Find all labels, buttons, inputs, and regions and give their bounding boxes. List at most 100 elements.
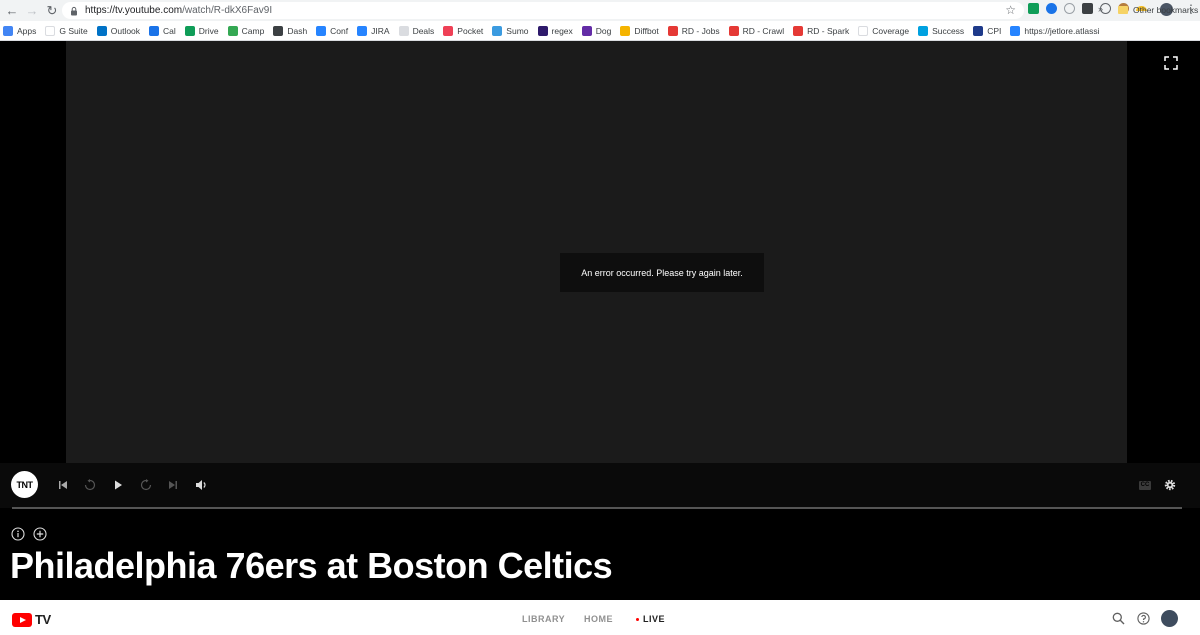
bookmark-label: Deals — [412, 25, 435, 36]
bookmark-label: RD - Spark — [807, 25, 850, 36]
volume-icon[interactable] — [194, 478, 208, 492]
skip-previous-icon[interactable] — [56, 478, 70, 492]
bookmark-item[interactable]: Diffbot — [620, 25, 659, 36]
play-icon[interactable] — [111, 478, 125, 492]
bookmark-label: Conf — [330, 25, 349, 36]
add-circle-icon[interactable] — [33, 527, 47, 541]
address-bar[interactable]: https://tv.youtube.com/watch/R-dkX6Fav9I… — [62, 2, 1024, 19]
bookmark-label: Camp — [241, 25, 265, 36]
bookmark-label: Dog — [595, 25, 612, 36]
search-icon[interactable] — [1112, 612, 1125, 625]
bookmark-favicon-icon — [316, 25, 327, 36]
bookmark-label: Diffbot — [634, 25, 659, 36]
bookmark-favicon-icon — [96, 25, 107, 36]
rewind-icon[interactable] — [83, 478, 97, 492]
youtube-tv-navbar: TV LIBRARY HOME LIVE — [0, 600, 1200, 635]
bookmark-favicon-icon — [537, 25, 548, 36]
bookmark-item[interactable]: Coverage — [858, 25, 910, 36]
live-dot-icon — [636, 618, 639, 622]
bookmark-favicon-icon — [581, 25, 592, 36]
bookmark-favicon-icon — [1010, 25, 1021, 36]
folder-icon — [1118, 6, 1128, 14]
channel-logo[interactable]: TNT — [11, 471, 38, 498]
bookmark-favicon-icon — [227, 25, 238, 36]
video-area[interactable]: An error occurred. Please try again late… — [66, 41, 1127, 463]
tab-library[interactable]: LIBRARY — [522, 614, 565, 624]
bookmark-item[interactable]: Dog — [581, 25, 612, 36]
browser-toolbar: ← → ↻ https://tv.youtube.com/watch/R-dkX… — [0, 0, 1200, 21]
extension-ring-icon[interactable] — [1064, 3, 1075, 14]
bookmark-item[interactable]: Sumo — [492, 25, 529, 36]
logo-text: TV — [35, 612, 51, 627]
url-text: https://tv.youtube.com/watch/R-dkX6Fav9I — [85, 5, 273, 16]
video-player: An error occurred. Please try again late… — [0, 41, 1200, 600]
player-controls: TNT CC — [0, 463, 1200, 508]
bookmark-label: CPI — [987, 25, 1002, 36]
bookmark-item[interactable]: Deals — [398, 25, 435, 36]
bookmark-item[interactable]: Success — [918, 25, 964, 36]
bookmark-item[interactable]: RD - Spark — [793, 25, 850, 36]
bookmark-item[interactable]: JIRA — [357, 25, 390, 36]
bookmark-label: Cal — [163, 25, 176, 36]
bookmark-label: Coverage — [872, 25, 910, 36]
bookmark-item[interactable]: Dash — [273, 25, 308, 36]
bookmark-favicon-icon — [620, 25, 631, 36]
bookmark-label: Drive — [198, 25, 219, 36]
bookmark-item[interactable]: Cal — [149, 25, 176, 36]
bookmark-item[interactable]: regex — [537, 25, 573, 36]
bookmark-favicon-icon — [492, 25, 503, 36]
captions-button[interactable]: CC — [1139, 481, 1151, 490]
help-icon[interactable] — [1137, 612, 1150, 625]
bookmark-item[interactable]: CPI — [973, 25, 1002, 36]
tab-home[interactable]: HOME — [584, 614, 613, 624]
bookmark-item[interactable]: G Suite — [45, 25, 88, 36]
back-arrow-icon[interactable]: ← — [4, 3, 20, 19]
bookmark-label: RD - Jobs — [681, 25, 720, 36]
bookmark-label: Apps — [17, 25, 37, 36]
avatar[interactable] — [1161, 610, 1178, 627]
youtube-play-logo-icon — [12, 612, 32, 627]
bookmark-item[interactable]: https://jetlore.atlassi — [1010, 25, 1099, 36]
bookmark-favicon-icon — [149, 25, 160, 36]
bookmark-item[interactable]: Conf — [316, 25, 349, 36]
bookmark-favicon-icon — [45, 25, 56, 36]
bookmark-item[interactable]: RD - Crawl — [728, 25, 784, 36]
skip-next-icon[interactable] — [166, 478, 180, 492]
bookmark-favicon-icon — [398, 25, 409, 36]
forward-arrow-icon[interactable]: → — [24, 3, 40, 19]
info-icon[interactable] — [11, 527, 25, 541]
bookmark-item[interactable]: Camp — [227, 25, 265, 36]
progress-bar[interactable] — [12, 507, 1182, 509]
fullscreen-icon[interactable] — [1164, 56, 1178, 70]
bookmark-label: G Suite — [59, 25, 88, 36]
fast-forward-icon[interactable] — [139, 478, 153, 492]
bookmark-star-icon[interactable]: ☆ — [1005, 3, 1016, 17]
settings-gear-icon[interactable] — [1163, 478, 1177, 492]
bookmark-label: regex — [551, 25, 573, 36]
bookmark-favicon-icon — [273, 25, 284, 36]
tab-live[interactable]: LIVE — [636, 614, 665, 624]
extension-blue-icon[interactable] — [1046, 3, 1057, 14]
bookmark-label: Dash — [287, 25, 308, 36]
bookmark-favicon-icon — [184, 25, 195, 36]
bookmark-item[interactable]: Outlook — [96, 25, 140, 36]
bookmark-item[interactable]: Drive — [184, 25, 219, 36]
bookmark-item[interactable]: Apps — [3, 25, 37, 36]
program-title: Philadelphia 76ers at Boston Celtics — [10, 545, 613, 586]
bookmark-favicon-icon — [3, 25, 13, 36]
reload-icon[interactable]: ↻ — [44, 3, 60, 19]
pocket-extension-icon[interactable] — [1082, 3, 1093, 14]
bookmark-favicon-icon — [973, 25, 984, 36]
other-bookmarks-label: Other bookmarks — [1133, 5, 1199, 15]
bookmark-favicon-icon — [858, 25, 869, 36]
bookmark-favicon-icon — [918, 25, 929, 36]
bookmarks-bar: Apps G Suite Outlook Cal Drive Camp Dash Conf JI… — [0, 21, 1200, 41]
bookmark-item[interactable]: Pocket — [443, 25, 483, 36]
drive-extension-icon[interactable] — [1028, 3, 1039, 14]
bookmarks-overflow-icon[interactable]: » — [1098, 4, 1103, 14]
bookmark-item[interactable]: RD - Jobs — [667, 25, 720, 36]
youtube-tv-logo[interactable]: TV — [12, 612, 51, 627]
other-bookmarks[interactable]: Other bookmarks — [1118, 0, 1198, 20]
bookmark-label: Sumo — [506, 25, 529, 36]
error-message: An error occurred. Please try again late… — [560, 253, 764, 292]
